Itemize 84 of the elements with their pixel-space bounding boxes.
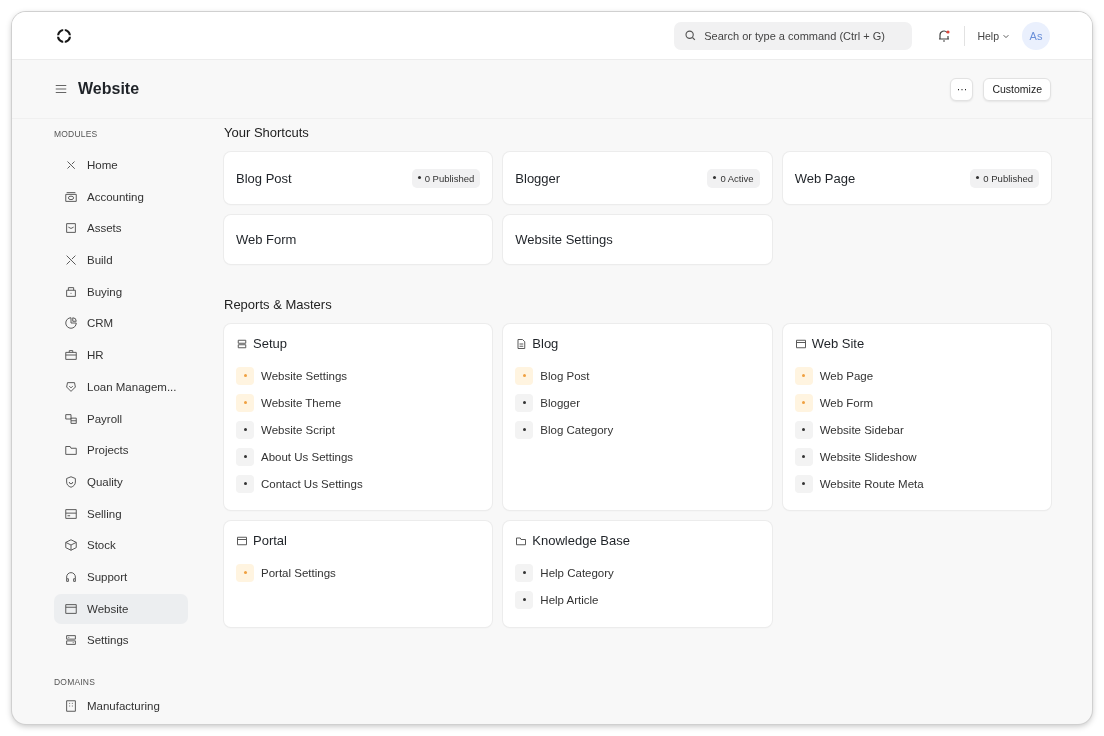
sidebar-item[interactable]: HR [54, 340, 188, 371]
card-link[interactable]: Help Article [540, 593, 599, 606]
module-icon [64, 474, 78, 489]
card-title: Portal [253, 533, 287, 548]
sidebar-item[interactable]: Accounting [54, 181, 188, 212]
module-icon [64, 443, 78, 458]
module-icon [64, 699, 78, 714]
module-icon [64, 633, 78, 648]
card-link[interactable]: Website Script [261, 423, 335, 436]
card-link[interactable]: Web Page [819, 369, 874, 382]
card-link[interactable]: Website Settings [261, 369, 348, 382]
sidebar-item[interactable]: Home [54, 150, 188, 180]
count-badge: 0 Published [411, 168, 481, 188]
logo-icon[interactable] [56, 27, 72, 44]
shortcut-card[interactable]: Blog Post 0 Published [224, 152, 493, 204]
module-icon [64, 411, 78, 426]
sidebar-item[interactable]: Payroll [54, 403, 188, 434]
card-icon [236, 534, 248, 547]
sidebar-item[interactable]: Loan Managem... [54, 371, 188, 402]
section-title: Your Shortcuts [224, 125, 310, 140]
section-title: Reports & Masters [224, 297, 333, 312]
page-title: Website [78, 80, 140, 98]
sidebar-item[interactable]: Manufacturing [54, 691, 188, 722]
sidebar-item[interactable]: Buying [54, 276, 188, 307]
card-link[interactable]: Help Category [540, 566, 614, 579]
more-button[interactable]: ··· [950, 77, 974, 101]
sidebar-item[interactable]: Selling [54, 498, 188, 529]
card-link[interactable]: Website Route Meta [819, 477, 924, 490]
card-link[interactable]: Website Sidebar [819, 423, 904, 436]
count-badge: 0 Published [970, 168, 1039, 188]
module-icon [64, 601, 78, 616]
card-title: Web Site [811, 336, 865, 351]
help-menu[interactable]: Help [977, 29, 1010, 42]
card-icon [236, 337, 248, 350]
shortcut-label: Blogger [515, 170, 561, 186]
card-icon [515, 337, 528, 350]
card-link[interactable]: About Us Settings [261, 450, 354, 463]
search-input[interactable]: Search or type a command (Ctrl + G) [704, 29, 903, 42]
shortcut-card[interactable]: Web Form [224, 215, 493, 264]
sidebar-item[interactable]: Quality [54, 466, 188, 497]
module-icon [64, 221, 78, 236]
card-icon [515, 534, 528, 547]
card-link[interactable]: Web Form [819, 396, 874, 409]
sidebar-section-title: DOMAINS [54, 677, 97, 688]
shortcut-card[interactable]: Website Settings [503, 215, 772, 264]
module-icon [64, 316, 78, 331]
card-link[interactable]: Blog Category [540, 423, 614, 436]
customize-button[interactable]: Customize [983, 77, 1051, 101]
sidebar-item[interactable]: Website [54, 593, 188, 624]
module-icon [64, 569, 78, 584]
sidebar-item[interactable]: Support [54, 561, 188, 592]
search-icon [684, 29, 698, 42]
card-title: Knowledge Base [532, 533, 630, 548]
card-link[interactable]: Website Slideshow [819, 450, 917, 463]
shortcut-label: Web Page [794, 170, 856, 186]
sidebar-item[interactable]: Projects [54, 435, 188, 466]
sidebar-item[interactable]: CRM [54, 308, 188, 339]
card-link[interactable]: Website Theme [261, 396, 342, 409]
card-link[interactable]: Contact Us Settings [261, 477, 363, 490]
menu-icon[interactable] [54, 82, 68, 96]
card-link[interactable]: Blogger [540, 396, 580, 409]
module-icon [64, 538, 78, 553]
card-title: Blog [532, 336, 559, 351]
card-title: Setup [253, 336, 287, 351]
search-field[interactable]: Search or type a command (Ctrl + G) [674, 21, 913, 50]
shortcut-card[interactable]: Blogger 0 Active [503, 152, 772, 204]
sidebar-item[interactable]: Settings [54, 625, 188, 656]
module-icon [64, 348, 78, 363]
shortcut-label: Blog Post [236, 170, 292, 186]
card-link[interactable]: Portal Settings [261, 566, 336, 579]
module-icon [64, 506, 78, 521]
card-link[interactable]: Blog Post [540, 369, 590, 382]
sidebar-item[interactable]: Build [54, 245, 188, 276]
sidebar-section-title: MODULES [54, 129, 99, 139]
module-icon [64, 189, 78, 204]
count-badge: 0 Active [707, 168, 760, 188]
module-icon [64, 379, 78, 394]
shortcut-card[interactable]: Web Page 0 Published [782, 152, 1051, 204]
shortcut-label: Web Form [236, 232, 297, 247]
shortcut-label: Website Settings [515, 232, 613, 247]
sidebar-item[interactable]: Assets [54, 213, 188, 244]
module-icon [64, 284, 78, 299]
card-icon [794, 337, 807, 350]
sidebar-item[interactable]: Stock [54, 530, 188, 561]
